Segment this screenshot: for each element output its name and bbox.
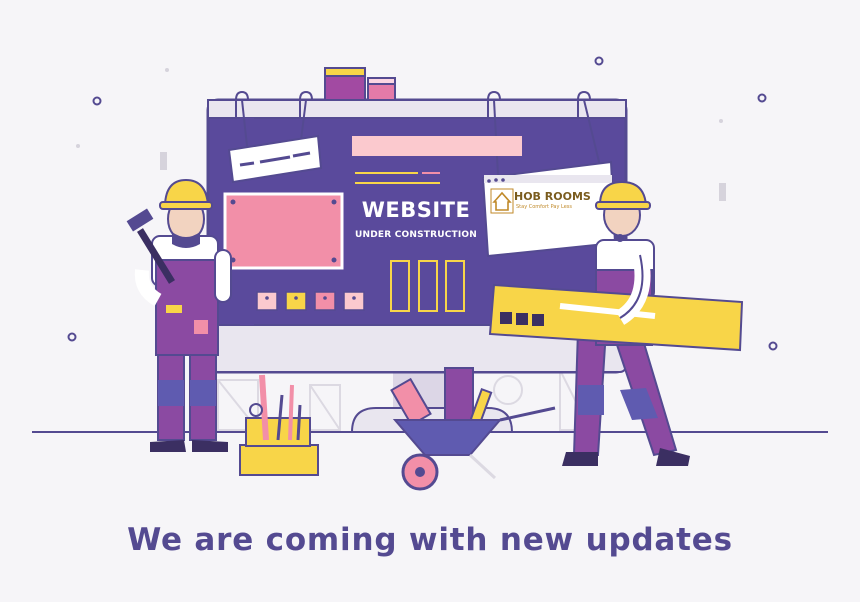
logo-tagline: Stay Comfort Pay Less: [516, 204, 572, 210]
screen-title: WEBSITE: [361, 198, 471, 222]
under-construction-illustration: WEBSITE UNDER CONSTRUCTION HOB ROOMS Sta…: [0, 0, 860, 602]
pink-board: [223, 192, 344, 270]
toolbox-icon: [239, 374, 319, 476]
logo-name: HOB ROOMS: [514, 190, 591, 203]
page-headline: We are coming with new updates: [127, 522, 733, 558]
screen-header-bar: [352, 136, 522, 156]
screen-subtitle: UNDER CONSTRUCTION: [354, 230, 478, 240]
paint-can-icon: [324, 67, 396, 101]
scene-artwork: [32, 56, 828, 491]
hard-hat-icon: [159, 178, 213, 210]
